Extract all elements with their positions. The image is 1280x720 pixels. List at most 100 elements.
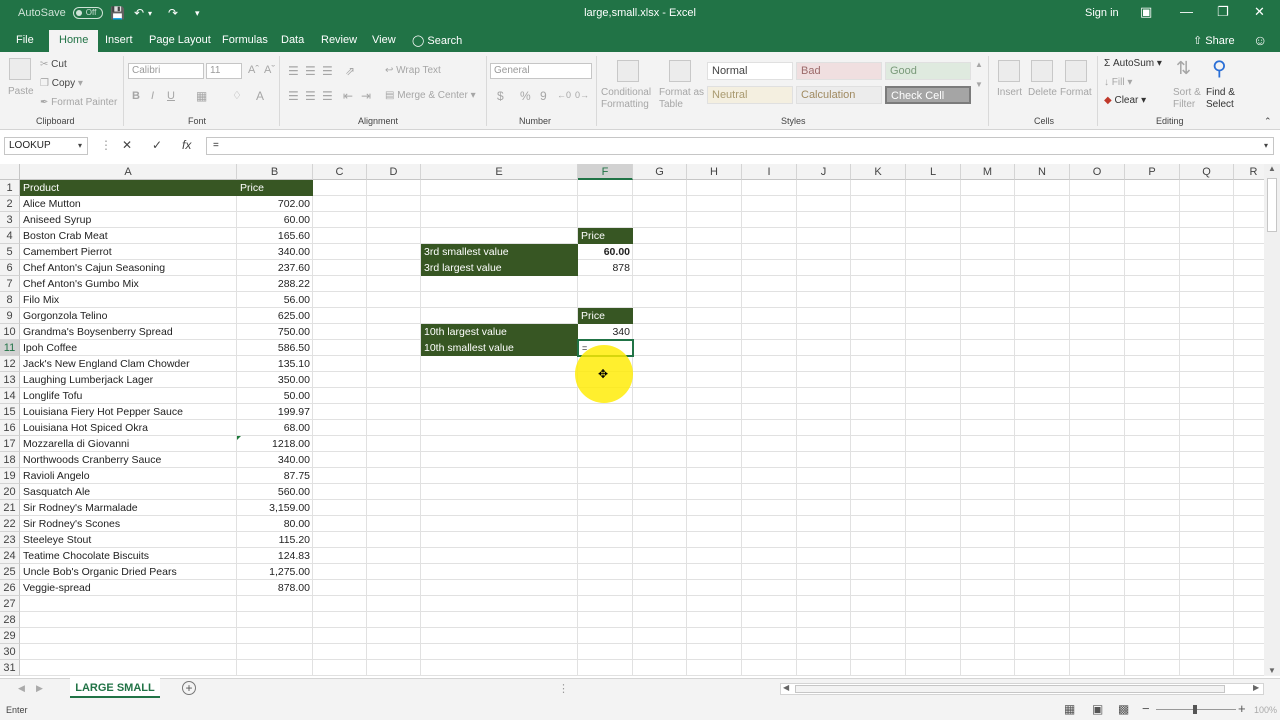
row-header-9[interactable]: 9 — [0, 308, 20, 324]
row-header-1[interactable]: 1 — [0, 180, 20, 196]
decrease-decimal-icon[interactable]: 0→ — [575, 90, 589, 100]
price-cell[interactable]: 80.00 — [237, 516, 313, 532]
product-cell[interactable]: Teatime Chocolate Biscuits — [20, 548, 237, 564]
format-cells-button[interactable]: Format — [1060, 87, 1092, 98]
product-cell[interactable]: Louisiana Fiery Hot Pepper Sauce — [20, 404, 237, 420]
feedback-smiley-icon[interactable]: ☺ — [1253, 32, 1267, 48]
cancel-entry-icon[interactable]: ✕ — [122, 138, 132, 152]
row-header-11[interactable]: 11 — [0, 340, 20, 356]
font-color-icon[interactable]: A — [256, 89, 264, 103]
number-format-box[interactable]: General — [490, 63, 592, 79]
tab-file[interactable]: File — [16, 34, 34, 46]
column-header-a[interactable]: A — [20, 164, 237, 180]
product-cell[interactable]: Grandma's Boysenberry Spread — [20, 324, 237, 340]
price-header-2[interactable]: Price — [578, 308, 633, 324]
column-header-m[interactable]: M — [961, 164, 1015, 180]
expand-formula-bar-icon[interactable]: ▾ — [1264, 141, 1268, 150]
increase-font-icon[interactable]: Aˆ — [248, 64, 259, 76]
third-smallest-value[interactable]: 60.00 — [578, 244, 633, 260]
product-cell[interactable]: Sir Rodney's Marmalade — [20, 500, 237, 516]
format-as-table-icon[interactable] — [669, 60, 691, 82]
column-header-j[interactable]: J — [797, 164, 851, 180]
maximize-icon[interactable]: ❐ — [1217, 4, 1229, 20]
product-cell[interactable]: Sir Rodney's Scones — [20, 516, 237, 532]
column-header-h[interactable]: H — [687, 164, 742, 180]
italic-button[interactable]: I — [151, 90, 154, 102]
style-good[interactable]: Good — [885, 62, 971, 80]
scroll-up-icon[interactable]: ▲ — [1268, 164, 1276, 173]
row-header-21[interactable]: 21 — [0, 500, 20, 516]
price-cell[interactable]: 340.00 — [237, 244, 313, 260]
find-select-button[interactable]: Find & Select — [1206, 87, 1246, 111]
product-cell[interactable]: Laughing Lumberjack Lager — [20, 372, 237, 388]
product-cell[interactable]: Chef Anton's Gumbo Mix — [20, 276, 237, 292]
price-cell[interactable]: 199.97 — [237, 404, 313, 420]
zoom-out-icon[interactable]: − — [1142, 701, 1150, 716]
name-box-dropdown-icon[interactable]: ▾ — [78, 141, 82, 150]
row-header-15[interactable]: 15 — [0, 404, 20, 420]
vertical-scroll-thumb[interactable] — [1267, 178, 1277, 232]
column-header-d[interactable]: D — [367, 164, 421, 180]
zoom-level[interactable]: 100% — [1254, 705, 1277, 715]
cut-button[interactable]: ✂ Cut — [40, 59, 67, 70]
column-header-q[interactable]: Q — [1180, 164, 1234, 180]
price-cell[interactable]: 135.10 — [237, 356, 313, 372]
product-cell[interactable]: Camembert Pierrot — [20, 244, 237, 260]
column-header-p[interactable]: P — [1125, 164, 1180, 180]
page-break-view-icon[interactable]: ▩ — [1118, 702, 1129, 716]
insert-function-icon[interactable]: fx — [182, 138, 191, 152]
clear-button[interactable]: ◆ Clear ▾ — [1104, 95, 1146, 106]
tab-view[interactable]: View — [372, 34, 396, 46]
style-neutral[interactable]: Neutral — [707, 86, 793, 104]
product-cell[interactable]: Aniseed Syrup — [20, 212, 237, 228]
increase-indent-icon[interactable]: ⇥ — [361, 89, 371, 103]
price-cell[interactable]: 165.60 — [237, 228, 313, 244]
product-cell[interactable]: Chef Anton's Cajun Seasoning — [20, 260, 237, 276]
third-largest-value[interactable]: 878 — [578, 260, 633, 276]
column-header-f[interactable]: F — [578, 164, 633, 180]
price-cell[interactable]: 586.50 — [237, 340, 313, 356]
column-header-b[interactable]: B — [237, 164, 313, 180]
product-cell[interactable]: Filo Mix — [20, 292, 237, 308]
insert-cells-icon[interactable] — [998, 60, 1020, 82]
product-cell[interactable]: Alice Mutton — [20, 196, 237, 212]
price-cell[interactable]: 288.22 — [237, 276, 313, 292]
bold-button[interactable]: B — [132, 90, 140, 102]
align-center-icon[interactable]: ☰ — [305, 89, 316, 103]
product-cell[interactable]: Ravioli Angelo — [20, 468, 237, 484]
tab-home[interactable]: Home — [49, 30, 99, 52]
format-painter-button[interactable]: ✒ Format Painter — [40, 97, 117, 108]
paste-button[interactable]: Paste — [8, 86, 34, 97]
row-header-22[interactable]: 22 — [0, 516, 20, 532]
prev-sheet-icon[interactable]: ◀ — [18, 683, 25, 694]
product-cell[interactable]: Mozzarella di Giovanni — [20, 436, 237, 452]
sort-filter-button[interactable]: Sort & Filter — [1173, 87, 1205, 111]
style-normal[interactable]: Normal — [707, 62, 793, 80]
format-as-table-button[interactable]: Format as Table — [659, 87, 705, 111]
confirm-entry-icon[interactable]: ✓ — [152, 138, 162, 152]
wrap-text-button[interactable]: ↩ Wrap Text — [385, 65, 441, 76]
row-header-30[interactable]: 30 — [0, 644, 20, 660]
price-cell[interactable]: 350.00 — [237, 372, 313, 388]
price-cell[interactable]: 124.83 — [237, 548, 313, 564]
row-header-25[interactable]: 25 — [0, 564, 20, 580]
percent-button[interactable]: % — [520, 89, 531, 103]
decrease-indent-icon[interactable]: ⇤ — [343, 89, 353, 103]
page-layout-view-icon[interactable]: ▣ — [1092, 702, 1103, 716]
format-cells-icon[interactable] — [1065, 60, 1087, 82]
increase-decimal-icon[interactable]: ←0 — [557, 90, 571, 100]
row-header-26[interactable]: 26 — [0, 580, 20, 596]
fill-button[interactable]: ↓ Fill ▾ — [1104, 77, 1132, 88]
delete-cells-button[interactable]: Delete — [1028, 87, 1057, 98]
price-cell[interactable]: 340.00 — [237, 452, 313, 468]
borders-icon[interactable]: ▦ — [196, 89, 207, 103]
minimize-icon[interactable]: — — [1180, 4, 1193, 19]
normal-view-icon[interactable]: ▦ — [1064, 702, 1075, 716]
vertical-scrollbar[interactable]: ▲ ▼ — [1264, 164, 1280, 676]
font-name-box[interactable]: Calibri — [128, 63, 204, 79]
collapse-ribbon-icon[interactable]: ⌃ — [1264, 116, 1272, 127]
zoom-slider-handle[interactable] — [1193, 705, 1197, 714]
tenth-largest-label[interactable]: 10th largest value — [421, 324, 578, 340]
tab-insert[interactable]: Insert — [105, 34, 133, 46]
price-cell[interactable]: 625.00 — [237, 308, 313, 324]
